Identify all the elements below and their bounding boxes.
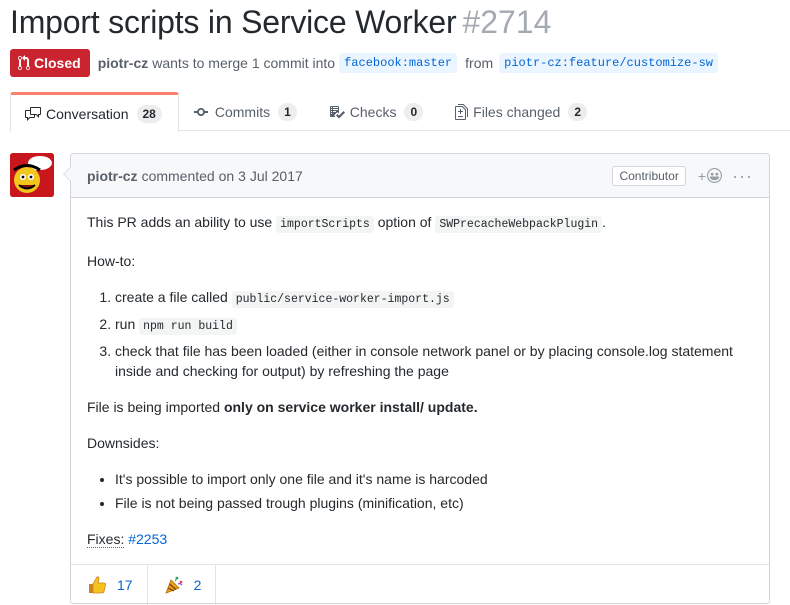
pr-title-row: Import scripts in Service Worker #2714	[10, 4, 551, 44]
more-options-icon[interactable]: ···	[732, 167, 753, 185]
merge-text: wants to merge 1 commit into	[152, 55, 336, 71]
reaction-thumbs-up[interactable]: 17	[71, 565, 148, 605]
git-pull-request-icon	[18, 55, 30, 71]
step-text: create a file called	[115, 289, 228, 305]
git-commit-icon	[193, 104, 210, 120]
tab-counter: 28	[136, 104, 162, 123]
status-badge: Closed	[10, 49, 90, 77]
comment-header: piotr-cz commented on 3 Jul 2017 Contrib…	[71, 154, 769, 198]
intro-paragraph: This PR adds an ability to use importScr…	[87, 212, 753, 235]
list-item: It's possible to import only one file an…	[115, 469, 753, 489]
checklist-icon	[329, 104, 345, 120]
add-reaction-button[interactable]: +	[697, 167, 723, 184]
list-item: check that file has been loaded (either …	[115, 341, 753, 381]
tab-commits[interactable]: Commits 1	[179, 92, 314, 131]
tab-label: Checks	[349, 104, 397, 120]
reaction-tada[interactable]: 2	[148, 565, 217, 605]
intro-text: .	[602, 214, 606, 230]
list-item: create a file called public/service-work…	[115, 287, 753, 310]
from-text: from	[465, 55, 494, 71]
comment-actions: Contributor + ···	[612, 165, 753, 186]
avatar[interactable]	[10, 153, 54, 197]
inline-code: SWPrecacheWebpackPlugin	[435, 216, 603, 233]
downsides-heading: Downsides:	[87, 435, 160, 451]
pr-number: #2714	[462, 4, 552, 40]
step-text: run	[115, 316, 136, 332]
tab-label: Files changed	[473, 104, 561, 120]
smiley-icon	[707, 168, 723, 183]
tab-checks[interactable]: Checks 0	[314, 92, 440, 131]
plus-icon: +	[697, 167, 707, 184]
issue-link[interactable]: #2253	[128, 531, 167, 547]
tab-conversation[interactable]: Conversation 28	[10, 92, 179, 132]
pr-meta: Closed piotr-cz wants to merge 1 commit …	[10, 49, 718, 77]
inline-code: npm run build	[139, 318, 237, 335]
comment-body: This PR adds an ability to use importScr…	[71, 198, 769, 549]
imported-bold-text: only on service worker install/ update.	[223, 399, 478, 415]
list-item: run npm run build	[115, 314, 753, 337]
thumbs-up-icon	[87, 575, 107, 595]
status-label: Closed	[34, 55, 81, 71]
tada-icon	[164, 575, 184, 595]
comment-date[interactable]: 3 Jul 2017	[238, 168, 303, 184]
comment-discussion-icon	[25, 106, 41, 122]
tab-counter: 2	[568, 103, 588, 121]
tab-label: Conversation	[46, 105, 129, 122]
comment-author-link[interactable]: piotr-cz	[87, 168, 138, 184]
howto-heading: How-to:	[87, 253, 136, 269]
fixes-label: Fixes:	[87, 531, 125, 548]
inline-code: importScripts	[276, 216, 374, 233]
downsides-list: It's possible to import only one file an…	[87, 469, 753, 513]
avatar-image	[10, 153, 54, 197]
inline-code: public/service-worker-import.js	[231, 291, 454, 308]
tab-files-changed[interactable]: Files changed 2	[440, 92, 604, 131]
contributor-badge: Contributor	[612, 165, 686, 186]
reaction-count: 17	[117, 577, 133, 593]
imported-paragraph: File is being imported only on service w…	[87, 397, 753, 417]
reaction-count: 2	[193, 577, 202, 593]
intro-text: This PR adds an ability to use	[87, 214, 273, 230]
head-branch[interactable]: piotr-cz:feature/customize-sw	[499, 53, 718, 73]
base-branch[interactable]: facebook:master	[339, 53, 458, 73]
list-item: File is not being passed trough plugins …	[115, 493, 753, 513]
intro-text: option of	[377, 214, 432, 230]
imported-text: File is being imported	[87, 399, 221, 415]
pr-tabs: Conversation 28 Commits 1 Checks 0 Files…	[10, 92, 790, 132]
file-diff-icon	[455, 104, 469, 120]
steps-list: create a file called public/service-work…	[87, 287, 753, 381]
comment-action: commented on	[141, 167, 235, 184]
comment-box: piotr-cz commented on 3 Jul 2017 Contrib…	[63, 153, 770, 605]
reactions-bar: 17 2	[71, 564, 769, 605]
step-text: check that file has been loaded (either …	[115, 343, 733, 379]
pr-title: Import scripts in Service Worker	[10, 4, 457, 40]
tab-counter: 1	[278, 103, 297, 121]
pr-author-link[interactable]: piotr-cz	[98, 55, 149, 71]
tab-counter: 0	[404, 103, 424, 121]
fixes-paragraph: Fixes: #2253	[87, 529, 753, 549]
tab-label: Commits	[214, 104, 271, 120]
